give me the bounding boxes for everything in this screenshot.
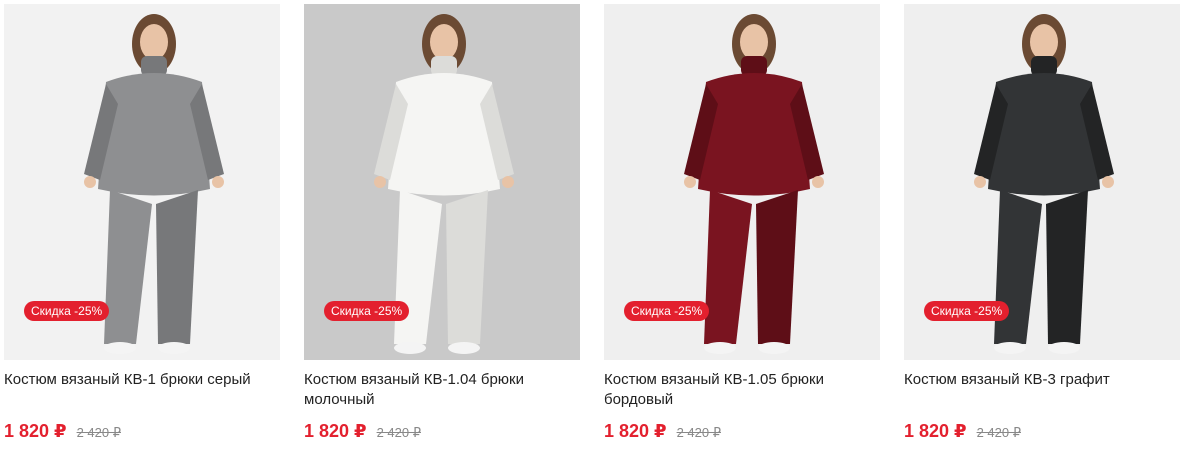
face-shape: [140, 24, 168, 60]
right-leg-shape: [446, 190, 488, 344]
sweater-shape: [388, 73, 500, 196]
right-leg-shape: [1046, 190, 1088, 344]
discount-badge: Скидка -25%: [924, 301, 1010, 321]
product-grid: Скидка -25% Костюм вязаный КВ-1 брюки се…: [0, 0, 1183, 452]
sweater-shape: [698, 73, 810, 196]
left-leg-shape: [394, 190, 442, 344]
product-title[interactable]: Костюм вязаный КВ-3 графит: [904, 370, 1180, 390]
old-price: 2 420 ₽: [76, 425, 121, 440]
hand-shape: [974, 176, 986, 188]
right-leg-shape: [156, 190, 198, 344]
hand-shape: [212, 176, 224, 188]
shoe-shape: [994, 342, 1026, 354]
old-price: 2 420 ₽: [376, 425, 421, 440]
price-row: 1 820 ₽ 2 420 ₽: [604, 421, 721, 445]
left-leg-shape: [994, 190, 1042, 344]
product-card[interactable]: Скидка -25% Костюм вязаный КВ-1.05 брюки…: [604, 4, 880, 444]
left-leg-shape: [704, 190, 752, 344]
product-title[interactable]: Костюм вязаный КВ-1.04 брюки молочный: [304, 370, 580, 410]
shoe-shape: [394, 342, 426, 354]
current-price: 1 820 ₽: [604, 421, 667, 441]
discount-badge: Скидка -25%: [324, 301, 410, 321]
price-row: 1 820 ₽ 2 420 ₽: [904, 421, 1021, 445]
hand-shape: [84, 176, 96, 188]
shoe-shape: [1048, 342, 1080, 354]
hand-shape: [374, 176, 386, 188]
hand-shape: [502, 176, 514, 188]
shoe-shape: [758, 342, 790, 354]
shoe-shape: [704, 342, 736, 354]
old-price: 2 420 ₽: [976, 425, 1021, 440]
price-row: 1 820 ₽ 2 420 ₽: [304, 421, 421, 445]
left-leg-shape: [104, 190, 152, 344]
shoe-shape: [448, 342, 480, 354]
hand-shape: [812, 176, 824, 188]
sweater-shape: [98, 73, 210, 196]
shoe-shape: [104, 342, 136, 354]
face-shape: [430, 24, 458, 60]
face-shape: [1030, 24, 1058, 60]
discount-badge: Скидка -25%: [24, 301, 110, 321]
old-price: 2 420 ₽: [676, 425, 721, 440]
face-shape: [740, 24, 768, 60]
shoe-shape: [158, 342, 190, 354]
hand-shape: [1102, 176, 1114, 188]
current-price: 1 820 ₽: [904, 421, 967, 441]
product-card[interactable]: Скидка -25% Костюм вязаный КВ-1.04 брюки…: [304, 4, 580, 444]
price-row: 1 820 ₽ 2 420 ₽: [4, 421, 121, 445]
product-title[interactable]: Костюм вязаный КВ-1 брюки серый: [4, 370, 280, 390]
current-price: 1 820 ₽: [4, 421, 67, 441]
right-leg-shape: [756, 190, 798, 344]
product-card[interactable]: Скидка -25% Костюм вязаный КВ-3 графит 1…: [904, 4, 1180, 444]
discount-badge: Скидка -25%: [624, 301, 710, 321]
product-card[interactable]: Скидка -25% Костюм вязаный КВ-1 брюки се…: [4, 4, 280, 444]
product-title[interactable]: Костюм вязаный КВ-1.05 брюки бордовый: [604, 370, 880, 410]
current-price: 1 820 ₽: [304, 421, 367, 441]
sweater-shape: [988, 73, 1100, 196]
hand-shape: [684, 176, 696, 188]
